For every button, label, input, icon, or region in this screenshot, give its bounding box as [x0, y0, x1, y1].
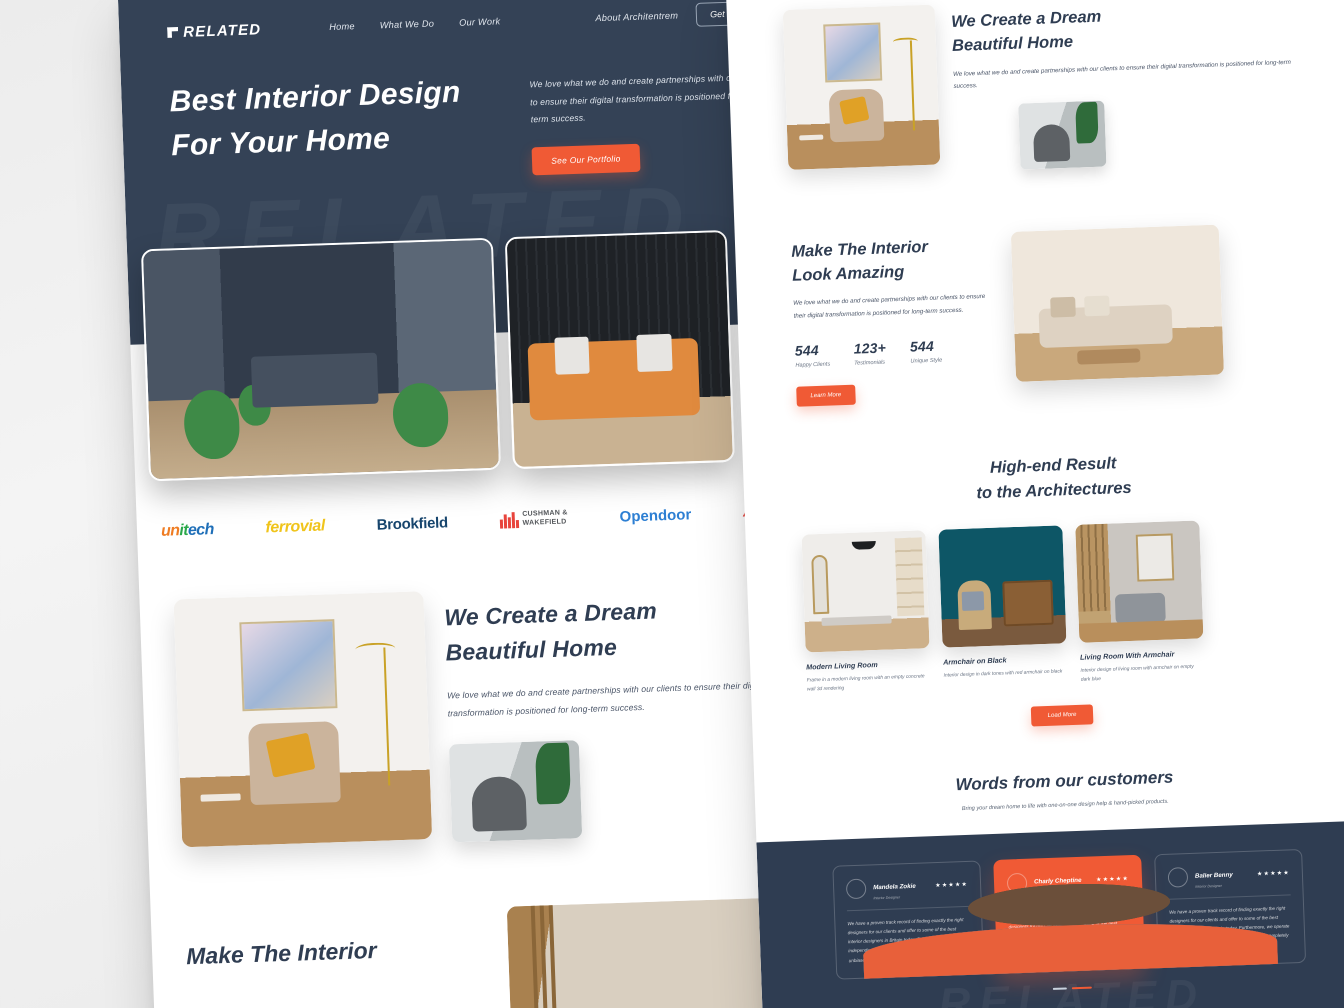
testimonial-card[interactable]: Balier Benny Interior Designer ★★★★★ We …	[862, 848, 1307, 979]
learn-more-button[interactable]: Learn More	[796, 384, 856, 407]
logo-unitech: unitech	[160, 521, 215, 540]
right-content-sections: We Create a Dream Beautiful Home We love…	[726, 0, 1344, 822]
cushman-line-1: CUSHMAN &	[522, 509, 568, 519]
gallery-card[interactable]: Armchair on Black Interior design in dar…	[938, 525, 1068, 689]
hero-content: Best Interior Design For Your Home We lo…	[120, 23, 815, 189]
testimonial-name: Mandela Zokie	[873, 882, 916, 892]
stat-unique-style: 544 Unique Style	[910, 338, 943, 365]
gallery-card-title: Modern Living Room	[806, 659, 878, 672]
stat-value: 544	[794, 342, 820, 360]
divider	[1168, 894, 1291, 900]
hero-image-orange-sofa	[504, 229, 735, 470]
right-dream-description: We love what we do and create partnershi…	[952, 58, 1291, 91]
load-more-button[interactable]: Load More	[1030, 704, 1094, 727]
testimonials-band: RELATED Mandela Zokie Interior Designer …	[756, 820, 1344, 1008]
avatar	[845, 878, 1279, 979]
logo-cushman-text: CUSHMAN & WAKEFIELD	[522, 510, 568, 529]
logo-cushman-wakefield: CUSHMAN & WAKEFIELD	[499, 510, 568, 529]
right-make-image-beige-sofa	[1010, 224, 1224, 382]
partner-logos-row: unitech ferrovial Brookfield CUSHMAN & W…	[136, 490, 827, 553]
gallery-card[interactable]: Living Room With Armchair Interior desig…	[1075, 520, 1205, 684]
right-dream-image-armchair	[782, 4, 941, 170]
brand-logo[interactable]: RELATED	[167, 21, 262, 41]
testimonial-header: Mandela Zokie Interior Designer ★★★★★	[845, 873, 1279, 979]
gallery-cards-row: Modern Living Room Frame in a modern liv…	[801, 516, 1314, 694]
carousel-dot[interactable]	[1052, 987, 1067, 991]
gallery-card-title: Armchair on Black	[942, 655, 1007, 667]
gallery-heading-group: High-end Result to the Architectures	[799, 445, 1308, 513]
stats-row: 544 Happy Clients 123+ Testimonials 544 …	[795, 336, 996, 369]
make-interior-section: Make The Interior	[185, 896, 812, 1008]
dream-description: We love what we do and create partnershi…	[446, 679, 767, 719]
hero-section: RELATED RELATED Home What We Do Our Work…	[118, 0, 820, 482]
hero-image-dark-living-room	[140, 237, 502, 482]
stat-label: Unique Style	[910, 357, 943, 365]
logo-opendoor: Opendoor	[619, 505, 692, 526]
see-our-portfolio-button[interactable]: See Our Portfolio	[531, 143, 641, 176]
right-make-section: Make The Interior Look Amazing We love w…	[791, 221, 1305, 407]
stat-value: 123+	[853, 339, 887, 357]
testimonials-heading-group: Words from our customers Bring your drea…	[810, 762, 1319, 820]
stat-happy-clients: 544 Happy Clients	[795, 342, 831, 369]
gallery-card-image	[801, 529, 930, 653]
right-dream-section: We Create a Dream Beautiful Home We love…	[782, 0, 1296, 178]
nav-item-our-work[interactable]: Our Work	[459, 16, 501, 27]
make-title-line-1: Make The Interior	[185, 937, 378, 970]
rating-stars-icon: ★★★★★	[935, 882, 969, 890]
dream-image-grey-chair	[448, 740, 583, 843]
testimonial-header: Balier Benny Interior Designer ★★★★★	[862, 861, 1291, 979]
stat-label: Happy Clients	[795, 361, 831, 370]
nav-item-home[interactable]: Home	[329, 21, 355, 32]
avatar	[862, 866, 1279, 979]
right-make-description: We love what we do and create partnershi…	[793, 293, 986, 320]
rating-stars-icon: ★★★★★	[1256, 870, 1291, 878]
hero-image-pair	[140, 229, 735, 482]
gallery-card-image	[1075, 520, 1204, 643]
nav-item-about[interactable]: About Architentrem	[595, 10, 678, 23]
testimonial-role: Interior Designer	[873, 895, 901, 901]
rating-stars-icon: ★★★★★	[1096, 876, 1130, 884]
cushman-line-2: WAKEFIELD	[522, 518, 567, 527]
gallery-card-image	[938, 525, 1067, 648]
gallery-card[interactable]: Modern Living Room Frame in a modern liv…	[801, 529, 931, 694]
gallery-card-title: Living Room With Armchair	[1079, 649, 1175, 662]
testimonial-role: Interior Designer	[1195, 883, 1222, 889]
right-make-text-group: Make The Interior Look Amazing We love w…	[791, 232, 997, 407]
logo-brookfield: Brookfield	[376, 513, 449, 534]
right-mockup-page: We Create a Dream Beautiful Home We love…	[726, 0, 1344, 1008]
brand-mark-icon	[167, 27, 178, 38]
right-dream-image-grey-chair	[1018, 100, 1107, 170]
hero-headline-block: Best Interior Design For Your Home	[169, 69, 523, 187]
nav-item-what-we-do[interactable]: What We Do	[380, 19, 435, 31]
stat-value: 544	[909, 338, 935, 355]
logo-ferrovial: ferrovial	[265, 517, 326, 537]
dream-image-armchair	[173, 591, 433, 848]
dream-section: We Create a Dream Beautiful Home We love…	[173, 579, 804, 852]
testimonial-identity: Balier Benny Interior Designer	[1195, 863, 1234, 888]
testimonial-identity: Mandela Zokie Interior Designer	[873, 875, 916, 901]
stat-testimonials: 123+ Testimonials	[853, 340, 886, 367]
cushman-bars-icon	[499, 512, 519, 529]
stat-label: Testimonials	[854, 359, 886, 367]
divider	[846, 905, 969, 912]
dream-media-group	[173, 591, 433, 848]
gallery-card-desc: Interior design in dark tones with red a…	[943, 669, 1063, 679]
right-dream-media-group	[782, 4, 941, 178]
testimonials-row: Mandela Zokie Interior Designer ★★★★★ We…	[787, 847, 1344, 981]
left-content-sections: We Create a Dream Beautiful Home We love…	[139, 578, 845, 1008]
main-navigation: Home What We Do Our Work	[329, 16, 501, 32]
testimonial-name: Balier Benny	[1194, 871, 1233, 880]
right-dream-text-group: We Create a Dream Beautiful Home We love…	[951, 0, 1297, 171]
brand-name: RELATED	[182, 20, 262, 41]
